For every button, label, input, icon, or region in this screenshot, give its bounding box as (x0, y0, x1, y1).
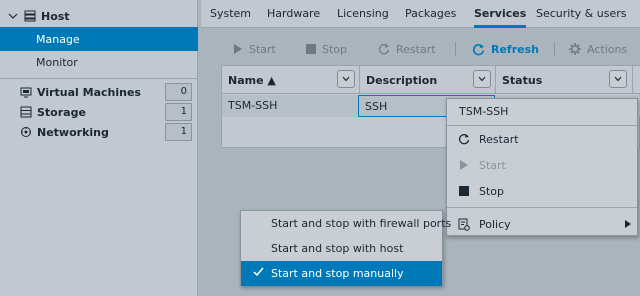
policy-submenu: Start and stop with firewall ports Start… (240, 210, 451, 286)
menu-item-restart[interactable]: Restart (447, 128, 637, 150)
menu-item-label: Policy (479, 217, 511, 231)
column-filter-button[interactable] (473, 70, 491, 88)
count-badge: 0 (165, 83, 192, 101)
toolbar-separator (554, 42, 555, 56)
restart-button[interactable]: Restart (378, 36, 436, 62)
policy-option-label: Start and stop with host (271, 242, 404, 255)
menu-item-label: Stop (479, 184, 505, 198)
toolbar-separator (455, 42, 456, 56)
play-icon (460, 160, 468, 170)
column-separator[interactable] (632, 66, 633, 94)
menu-divider (447, 125, 637, 126)
vm-icon (20, 87, 32, 98)
gear-icon (569, 43, 581, 55)
menu-divider (447, 207, 637, 208)
play-icon (234, 44, 242, 54)
toolbar: Start Stop Restart Refresh Actions (221, 36, 640, 62)
menu-item-label: Restart (479, 132, 519, 146)
actions-button[interactable]: Actions (569, 36, 627, 62)
policy-option-manually[interactable]: Start and stop manually (241, 261, 442, 286)
policy-option-label: Start and stop manually (271, 267, 404, 280)
restart-icon (378, 44, 390, 55)
chevron-down-icon (614, 76, 622, 82)
column-header-label: Description (366, 73, 438, 87)
column-header-status[interactable]: Status (496, 66, 631, 94)
menu-item-start[interactable]: Start (447, 154, 637, 176)
chevron-right-icon (625, 220, 631, 228)
chevron-down-icon (478, 76, 486, 82)
restart-icon (458, 134, 470, 145)
stop-button[interactable]: Stop (306, 36, 347, 62)
stop-icon (459, 186, 469, 196)
sidebar-item-label: Networking (37, 125, 109, 139)
sidebar-manage-label: Manage (36, 32, 80, 46)
policy-option-with-host[interactable]: Start and stop with host (241, 236, 442, 261)
column-filter-button[interactable] (337, 70, 355, 88)
stop-label: Stop (322, 42, 348, 56)
tab-hardware[interactable]: Hardware (267, 0, 320, 28)
network-icon (21, 127, 31, 137)
tab-security-users[interactable]: Security & users (536, 0, 626, 28)
sidebar-item-label: Virtual Machines (37, 85, 141, 99)
menu-item-stop[interactable]: Stop (447, 180, 637, 202)
tab-packages[interactable]: Packages (405, 0, 456, 28)
sidebar-item-monitor[interactable]: Monitor (0, 52, 198, 72)
refresh-icon (472, 43, 485, 55)
chevron-down-icon[interactable] (8, 11, 18, 21)
tab-licensing[interactable]: Licensing (337, 0, 389, 28)
context-menu-title: TSM-SSH (459, 105, 509, 118)
restart-label: Restart (396, 42, 436, 56)
sidebar-host-label: Host (41, 9, 70, 23)
start-label: Start (249, 42, 276, 56)
column-header-label: Status (502, 73, 543, 87)
tab-services[interactable]: Services (474, 0, 527, 28)
sidebar-monitor-label: Monitor (36, 55, 78, 69)
host-icon (24, 10, 36, 22)
stop-icon (306, 44, 316, 54)
column-filter-button[interactable] (609, 70, 627, 88)
sidebar-item-storage[interactable]: Storage 1 (0, 102, 198, 122)
count-badge: 1 (165, 123, 192, 141)
sidebar-item-label: Storage (37, 105, 86, 119)
refresh-label: Refresh (491, 42, 539, 56)
sidebar-item-virtual-machines[interactable]: Virtual Machines 0 (0, 82, 198, 102)
policy-icon (458, 218, 470, 231)
count-badge: 1 (165, 103, 192, 121)
tab-system[interactable]: System (210, 0, 251, 28)
sidebar-item-host[interactable]: Host (0, 6, 198, 26)
menu-item-label: Start (479, 158, 506, 172)
column-header-name[interactable]: Name ▲ (222, 66, 359, 94)
policy-option-firewall-ports[interactable]: Start and stop with firewall ports (241, 211, 451, 236)
storage-icon (20, 106, 32, 118)
refresh-button[interactable]: Refresh (472, 36, 539, 62)
service-context-menu: TSM-SSH Restart Start Stop Policy (446, 98, 638, 236)
checkmark-icon (253, 267, 264, 277)
chevron-down-icon (342, 76, 350, 82)
sidebar-item-networking[interactable]: Networking 1 (0, 122, 198, 142)
policy-option-label: Start and stop with firewall ports (271, 217, 452, 230)
grid-header: Name ▲ Description Status (222, 66, 640, 94)
navigator-sidebar: Host Manage Monitor Virtual Machines 0 S… (0, 0, 198, 296)
cell-name: TSM-SSH (228, 99, 278, 112)
actions-label: Actions (587, 42, 628, 56)
sidebar-divider (0, 78, 198, 79)
start-button[interactable]: Start (233, 36, 276, 62)
tab-bar: System Hardware Licensing Packages Servi… (201, 0, 640, 28)
sidebar-item-manage[interactable]: Manage (0, 27, 198, 51)
column-header-label: Name ▲ (228, 73, 276, 87)
menu-item-policy[interactable]: Policy (447, 213, 637, 235)
column-header-description[interactable]: Description (360, 66, 495, 94)
